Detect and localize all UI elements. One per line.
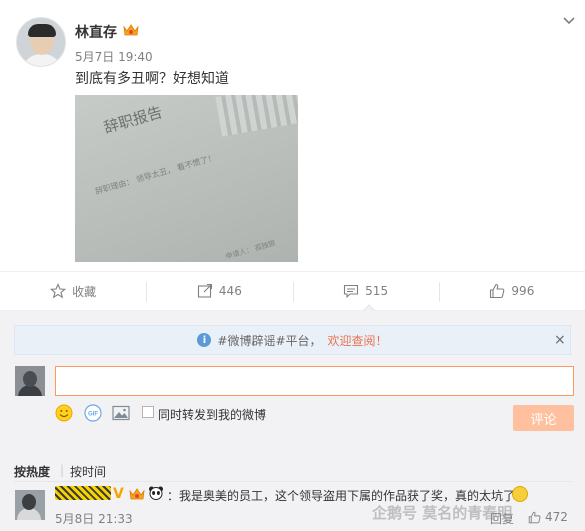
current-user-avatar[interactable] xyxy=(15,366,45,396)
rumor-notice-banner: i #微博辟谣#平台， 欢迎查阅！ xyxy=(14,325,571,355)
post-action-bar: 收藏 446 515 996 xyxy=(0,271,585,311)
thumbs-up-icon xyxy=(528,511,541,523)
vip-crown-icon xyxy=(129,488,145,500)
gif-icon[interactable]: GIF xyxy=(84,404,102,422)
submit-comment-button[interactable]: 评论 xyxy=(513,405,574,431)
vip-crown-icon[interactable] xyxy=(123,23,139,37)
info-icon: i xyxy=(197,333,212,347)
watermark: 企鹅号 莫名的青春明 xyxy=(372,504,513,522)
sort-by-hot-tab[interactable]: 按热度 xyxy=(14,463,50,480)
commenter-avatar[interactable] xyxy=(15,490,45,520)
author-name[interactable]: 林直存 xyxy=(75,22,117,42)
post-photo[interactable]: 辞职报告 辞职理由： 领导太丑， 看不惯了！ 申请人： 孤独狼 xyxy=(75,95,298,262)
sort-separator: | xyxy=(60,463,65,477)
comment-time: 5月8日 21:33 xyxy=(55,512,133,526)
like-button[interactable]: 996 xyxy=(438,272,585,310)
star-icon xyxy=(50,283,67,299)
comment-count: 515 xyxy=(365,284,389,298)
photo-document-signature: 申请人： 孤独狼 xyxy=(224,239,277,261)
close-icon[interactable]: × xyxy=(554,332,566,348)
repost-count: 446 xyxy=(218,284,242,298)
favorite-button[interactable]: 收藏 xyxy=(0,272,146,310)
repost-icon xyxy=(197,283,212,298)
comment-icon xyxy=(344,284,359,299)
image-icon[interactable] xyxy=(112,404,130,422)
smile-emoji-icon xyxy=(512,486,528,502)
panel-pointer-arrow xyxy=(362,304,376,312)
repost-checkbox[interactable] xyxy=(142,406,154,418)
sort-by-time-tab[interactable]: 按时间 xyxy=(70,463,106,480)
panda-badge-icon xyxy=(149,486,163,500)
photo-document-line: 辞职理由： 领导太丑， 看不惯了！ xyxy=(94,152,217,197)
repost-checkbox-label[interactable]: 同时转发到我的微博 xyxy=(158,406,266,423)
commenter-name-obscured[interactable] xyxy=(55,486,111,500)
notice-text: #微博辟谣#平台， xyxy=(217,333,322,348)
chevron-down-icon[interactable] xyxy=(562,16,576,26)
comment-input[interactable] xyxy=(55,366,574,396)
photo-background-blinds xyxy=(215,95,298,137)
author-avatar[interactable] xyxy=(16,17,66,67)
comment-like-button[interactable]: 472 xyxy=(528,510,568,524)
divider xyxy=(14,481,571,482)
gif-icon-label: GIF xyxy=(88,412,98,418)
notice-link[interactable]: 欢迎查阅！ xyxy=(328,332,388,349)
photo-document-title: 辞职报告 xyxy=(101,103,165,137)
repost-button[interactable]: 446 xyxy=(146,272,292,310)
comment-like-count: 472 xyxy=(545,510,568,524)
verified-badge: V xyxy=(113,486,124,502)
like-count: 996 xyxy=(511,284,535,298)
favorite-label: 收藏 xyxy=(72,284,97,299)
thumbs-up-icon xyxy=(490,283,505,299)
post-time[interactable]: 5月7日 19:40 xyxy=(75,48,153,65)
emoji-icon[interactable] xyxy=(55,404,73,422)
post-text: 到底有多丑啊？好想知道 xyxy=(75,71,229,87)
